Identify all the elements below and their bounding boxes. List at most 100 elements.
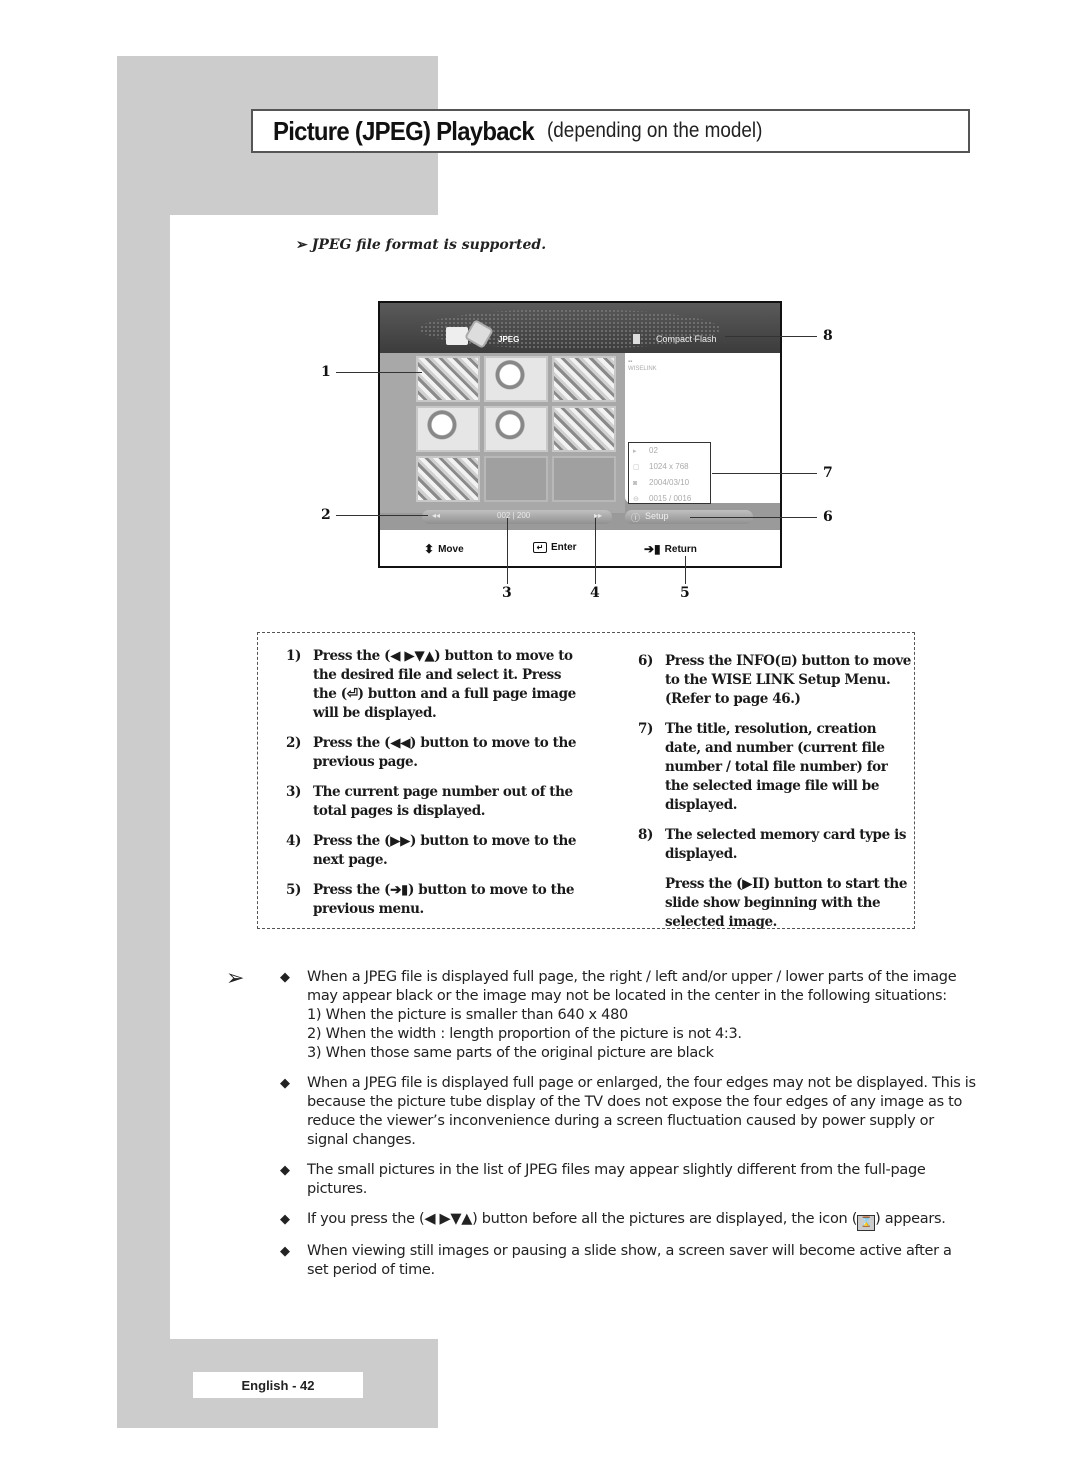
callout-line-8	[725, 336, 817, 337]
move-label: Move	[438, 543, 464, 555]
info-resolution-row: ▢ 1024 x 768	[629, 459, 710, 475]
thumbnail[interactable]	[416, 406, 480, 452]
info-date-row: ◙ 2004/03/10	[629, 475, 710, 491]
thumbnail[interactable]	[484, 406, 548, 452]
screen-header: JPEG Compact Flash	[380, 303, 780, 353]
brand-logo: ▪▪ WISELINK	[628, 359, 657, 372]
enter-label: Enter	[551, 542, 577, 553]
note-arrow-icon: ➢	[226, 966, 245, 991]
diamond-bullet-icon: ◆	[280, 1244, 290, 1259]
enter-icon: ↵	[533, 542, 547, 553]
instruction-item: 5) Press the (➔▮) button to move to the p…	[286, 881, 586, 919]
note-item: ◆ When a JPEG file is displayed full pag…	[280, 1074, 977, 1150]
return-icon: ➔▮	[644, 542, 661, 556]
note-text: The small pictures in the list of JPEG f…	[307, 1162, 926, 1197]
format-label: JPEG	[498, 335, 520, 344]
note-item: ◆ When a JPEG file is displayed full pag…	[280, 968, 977, 1063]
memory-card-icon	[633, 334, 640, 344]
callout-line-5	[685, 556, 686, 584]
page-title-box: Picture (JPEG) Playback (depending on th…	[251, 109, 970, 153]
callout-1: 1	[321, 364, 331, 380]
callout-6: 6	[823, 509, 833, 525]
info-number: 0015 / 0016	[649, 494, 692, 503]
resolution-icon: ▢	[633, 464, 640, 471]
callout-3: 3	[502, 585, 512, 601]
info-title-row: ▸ 02	[629, 443, 710, 459]
move-hint: ⬍ Move	[424, 542, 464, 556]
callout-line-7	[712, 473, 817, 474]
file-info-box: ▸ 02 ▢ 1024 x 768 ◙ 2004/03/10 ⊖ 0015 / 0016	[628, 442, 711, 504]
thumbnail[interactable]	[416, 356, 480, 402]
diamond-bullet-icon: ◆	[280, 1163, 290, 1178]
instruction-number: 8)	[638, 827, 653, 843]
page-title: Picture (JPEG) Playback	[273, 115, 535, 146]
note-subitem: 1) When the picture is smaller than 640 …	[307, 1007, 628, 1023]
instruction-item: 7) The title, resolution, creation date, …	[638, 720, 913, 815]
callout-line-3	[507, 518, 508, 584]
note-text: When a JPEG file is displayed full page …	[307, 1075, 976, 1148]
note-text-part: ) appears.	[875, 1211, 946, 1227]
number-icon: ⊖	[633, 496, 639, 503]
instruction-text: The selected memory card type is display…	[665, 827, 907, 862]
prev-page-icon[interactable]: ◂◂	[432, 511, 440, 520]
page-nav-bar: ◂◂ 002 | 200 ▸▸	[422, 510, 612, 524]
info-icon: ⓘ	[631, 513, 641, 523]
note-subitem: 3) When those same parts of the original…	[307, 1045, 714, 1061]
notes-section: ➢ ◆ When a JPEG file is displayed full p…	[226, 968, 986, 1291]
thumbnail-empty	[552, 456, 616, 502]
instruction-number: 6)	[638, 653, 653, 669]
thumbnail[interactable]	[484, 356, 548, 402]
note-text: When a JPEG file is displayed full page,…	[307, 969, 957, 1004]
callout-line-1	[336, 372, 422, 373]
instruction-item: 1) Press the (◀ ▶▼▲) button to move to th…	[286, 647, 586, 723]
page-counter: 002 | 200	[497, 511, 531, 520]
calendar-icon: ◙	[633, 480, 638, 487]
callout-5: 5	[680, 585, 690, 601]
instruction-number: 1)	[286, 648, 301, 664]
note-subitem: 2) When the width : length proportion of…	[307, 1026, 742, 1042]
slideshow-instruction: Press the (▶II) button to start the slid…	[665, 876, 908, 930]
info-number-row: ⊖ 0015 / 0016	[629, 491, 710, 507]
instruction-item: 4) Press the (▶▶) button to move to the n…	[286, 832, 586, 870]
instruction-number: 4)	[286, 833, 301, 849]
instruction-item: 3) The current page number out of the tot…	[286, 783, 586, 821]
instruction-text: The title, resolution, creation date, an…	[665, 721, 888, 813]
instructions-left: 1) Press the (◀ ▶▼▲) button to move to th…	[286, 647, 586, 930]
thumbnail[interactable]	[552, 356, 616, 402]
instruction-item: 2) Press the (◀◀) button to move to the p…	[286, 734, 586, 772]
instruction-text: Press the (◀◀) button to move to the pre…	[313, 735, 577, 770]
info-resolution: 1024 x 768	[649, 462, 689, 471]
up-down-icon: ⬍	[424, 542, 435, 556]
title-icon: ▸	[633, 448, 637, 455]
page-subtitle: (depending on the model)	[546, 119, 763, 142]
info-title: 02	[649, 446, 658, 455]
instruction-number: 7)	[638, 721, 653, 737]
callout-4: 4	[590, 585, 600, 601]
thumbnail[interactable]	[552, 406, 616, 452]
instruction-item: 6) Press the INFO(⊡) button to move to th…	[638, 652, 913, 709]
tv-screen-illustration: JPEG Compact Flash ▪▪ WISELINK ▸ 02 ▢ 1024 …	[378, 301, 782, 568]
thumbnail-grid	[416, 356, 616, 502]
return-label: Return	[664, 543, 697, 555]
instruction-number: 5)	[286, 882, 301, 898]
note-item: ◆ If you press the (◀ ▶▼▲) button before…	[280, 1210, 977, 1231]
instruction-text: Press the (◀ ▶▼▲) button to move to the …	[313, 648, 576, 721]
enter-hint: ↵ Enter	[533, 542, 577, 553]
info-date: 2004/03/10	[649, 478, 690, 487]
hourglass-icon: ⌛	[857, 1215, 876, 1231]
thumbnail-empty	[484, 456, 548, 502]
callout-7: 7	[823, 465, 833, 481]
note-item: ◆ When viewing still images or pausing a…	[280, 1242, 977, 1280]
instruction-text: The current page number out of the total…	[313, 784, 573, 819]
instruction-text: Press the INFO(⊡) button to move to the …	[665, 653, 911, 707]
callout-8: 8	[823, 328, 833, 344]
format-note-text: JPEG file format is supported.	[311, 237, 547, 253]
setup-label: Setup	[645, 511, 669, 521]
note-text-part: If you press the (◀ ▶▼▲) button before a…	[307, 1211, 858, 1227]
note-text: If you press the (◀ ▶▼▲) button before a…	[307, 1210, 977, 1231]
diamond-bullet-icon: ◆	[280, 1076, 290, 1091]
thumbnail[interactable]	[416, 456, 480, 502]
screen-footer: ⬍ Move ↵ Enter ➔▮ Return	[380, 529, 780, 566]
instruction-number: 2)	[286, 735, 301, 751]
instructions-right: 6) Press the INFO(⊡) button to move to th…	[638, 652, 913, 932]
